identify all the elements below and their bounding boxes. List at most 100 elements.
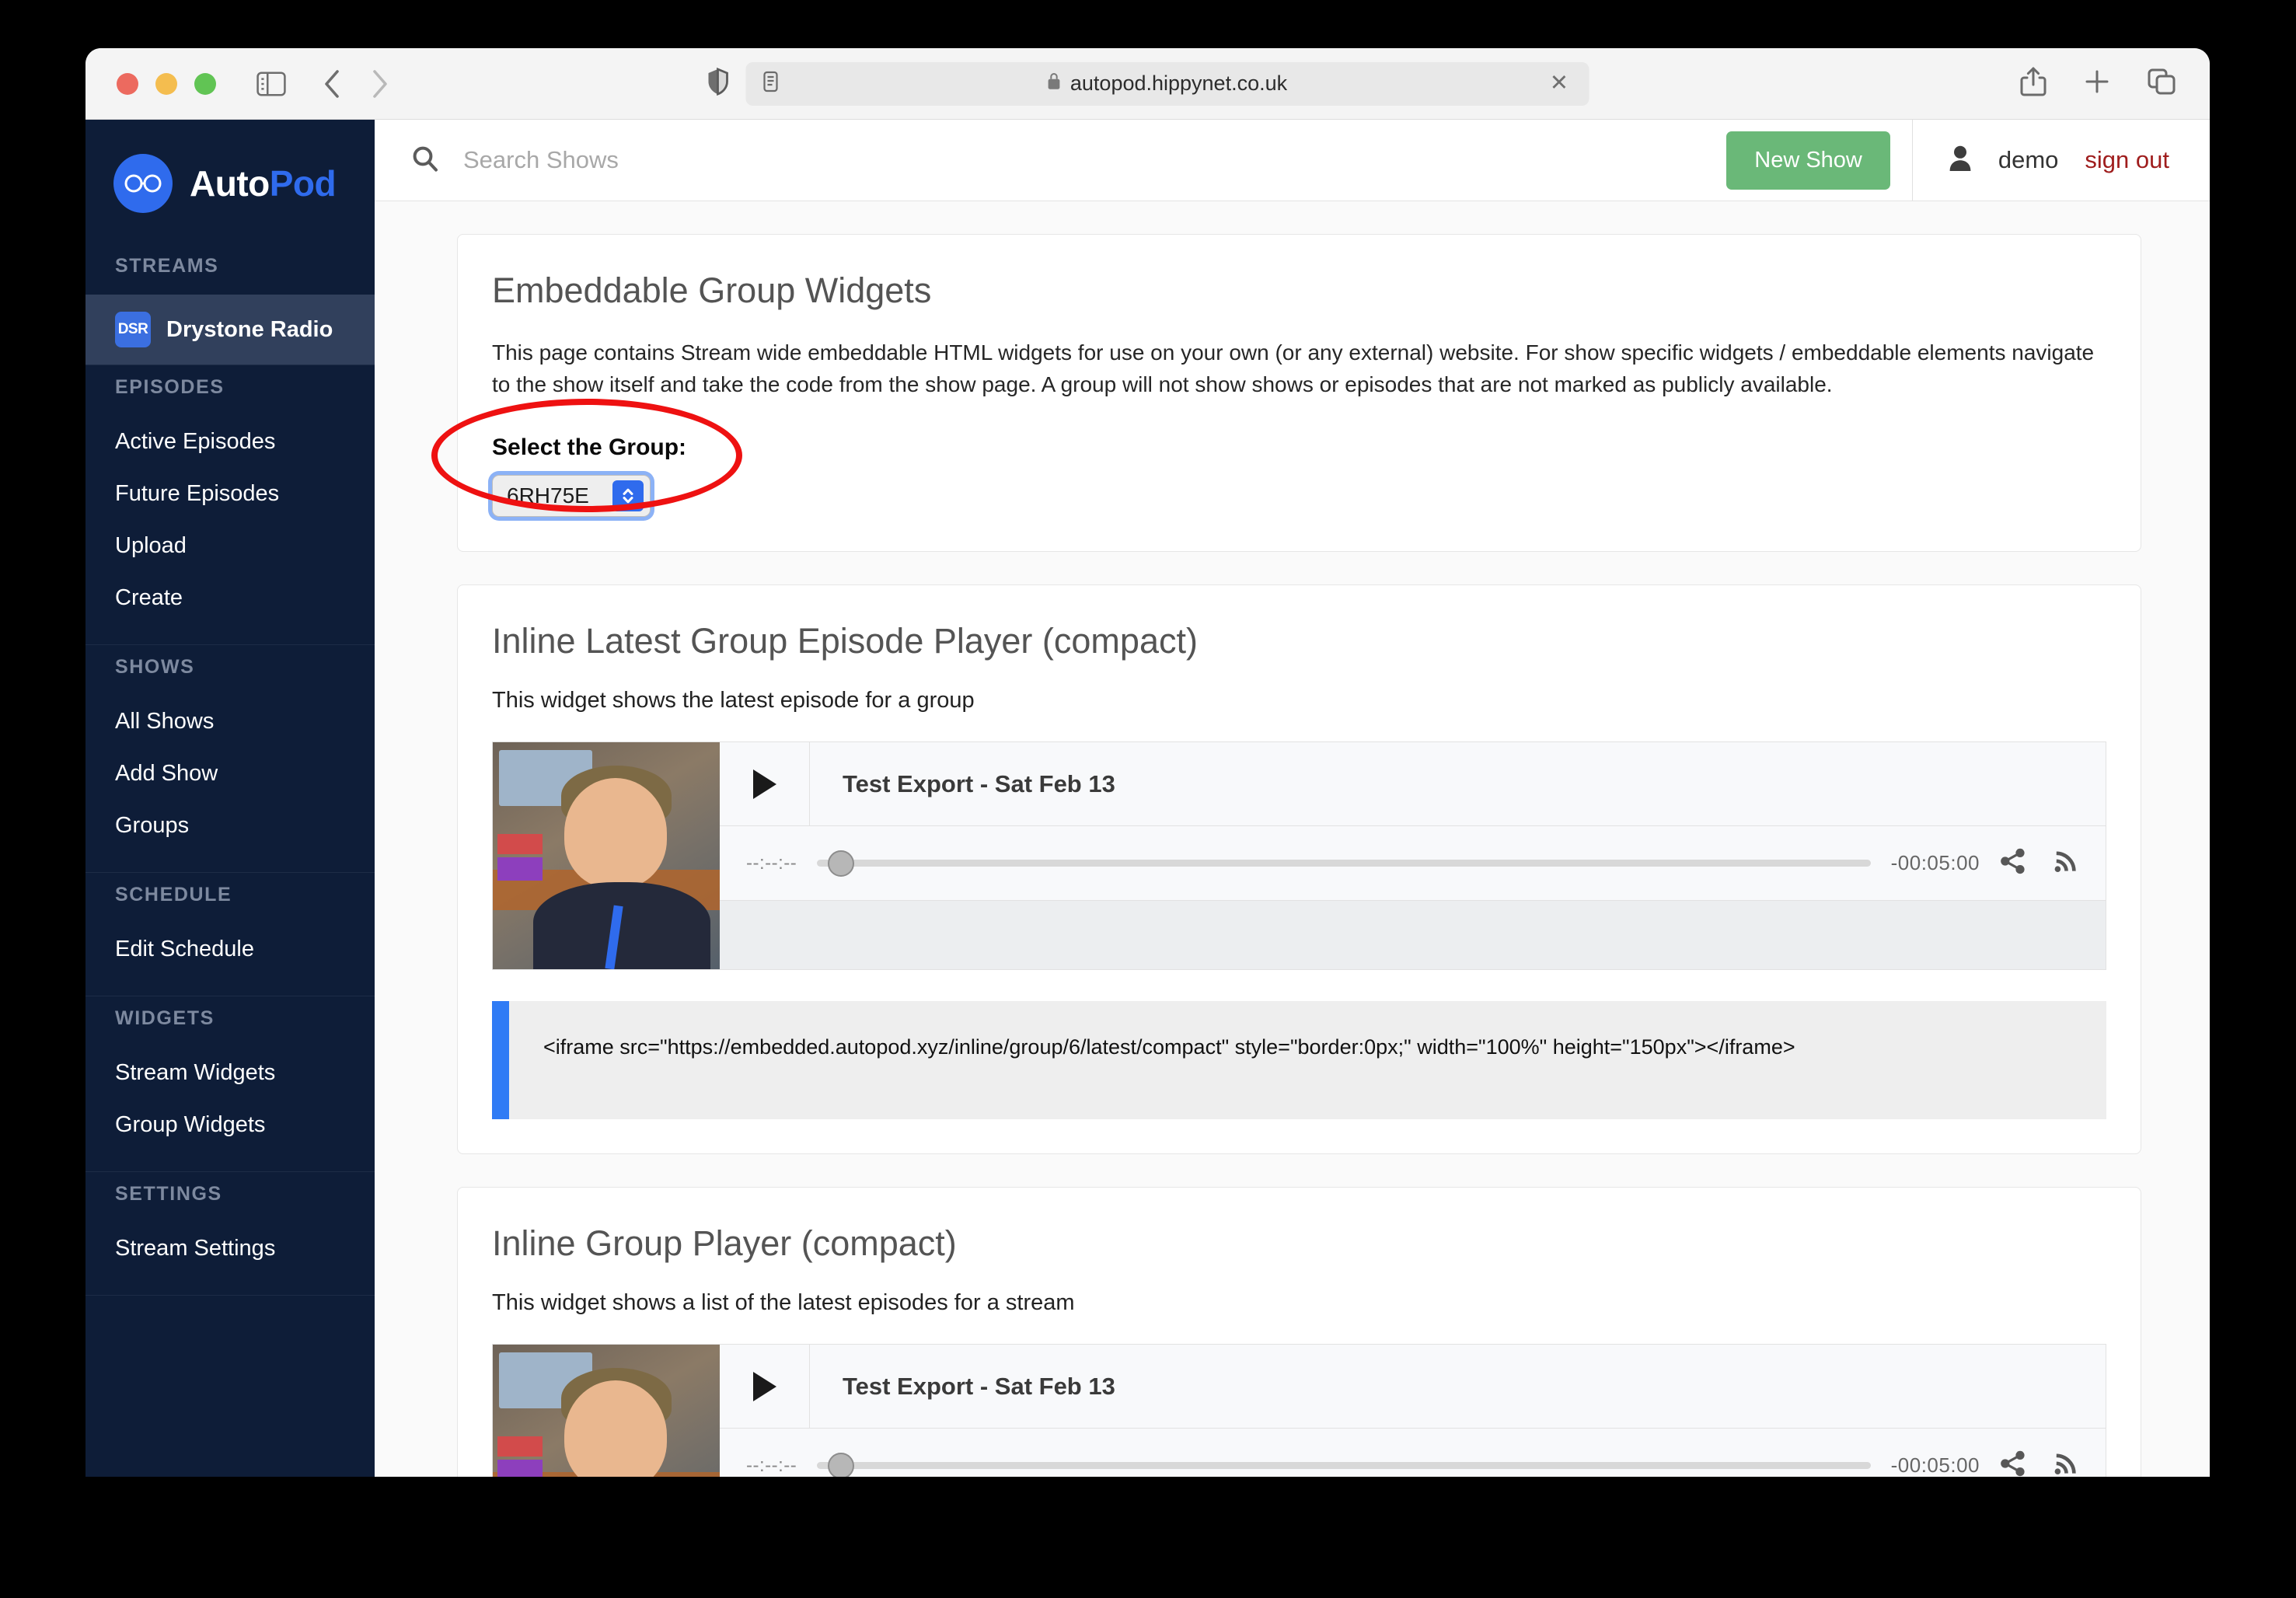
remaining-time: -00:05:00	[1890, 851, 1980, 875]
player-footer-row	[720, 901, 2106, 970]
sidebar-item-label: Create	[115, 585, 183, 610]
address-bar-group: autopod.hippynet.co.uk ✕	[707, 61, 1589, 106]
sidebar-item-all-shows[interactable]: All Shows	[85, 696, 375, 748]
window-controls	[117, 72, 216, 95]
share-icon[interactable]	[2000, 848, 2026, 878]
stop-loading-icon[interactable]: ✕	[1550, 72, 1568, 95]
sidebar-section-label-shows: SHOWS	[115, 656, 195, 678]
sidebar-section-label-widgets: WIDGETS	[115, 1007, 215, 1029]
sidebar-group-episodes: EPISODES Active Episodes Future Episodes…	[85, 365, 375, 645]
browser-titlebar: autopod.hippynet.co.uk ✕	[85, 48, 2210, 120]
share-icon[interactable]	[2000, 1450, 2026, 1477]
back-button[interactable]	[322, 68, 342, 99]
sidebar-toggle-icon[interactable]	[256, 71, 286, 96]
sidebar-item-label: All Shows	[115, 709, 215, 734]
sidebar-item-label: Group Widgets	[115, 1112, 266, 1137]
stream-badge-icon: DSR	[115, 312, 151, 347]
user-name-label: demo	[1998, 146, 2059, 173]
brand-logo-area[interactable]: AutoPod	[85, 120, 375, 244]
player-body: Test Export - Sat Feb 13 --:--:-- -00:05…	[720, 742, 2106, 970]
page-title: Embeddable Group Widgets	[492, 270, 932, 310]
sidebar-item-label: Groups	[115, 813, 190, 838]
sidebar-section-label-episodes: EPISODES	[115, 376, 225, 398]
embed-code-block[interactable]: <iframe src="https://embedded.autopod.xy…	[492, 1001, 2106, 1120]
privacy-shield-icon[interactable]	[707, 67, 728, 99]
widget-subtitle: This widget shows the latest episode for…	[492, 688, 975, 714]
sidebar-item-label: Upload	[115, 533, 187, 558]
sidebar-item-label: Edit Schedule	[115, 937, 254, 961]
share-icon[interactable]	[2020, 66, 2047, 101]
sidebar-section-label-schedule: SCHEDULE	[115, 884, 232, 905]
search-input[interactable]	[463, 146, 930, 174]
play-button[interactable]	[720, 742, 810, 826]
group-select-dropdown[interactable]: 6RH75E	[492, 475, 651, 518]
seek-slider[interactable]	[817, 850, 1871, 877]
episode-thumbnail	[493, 1345, 720, 1477]
browser-toolbar-right	[2020, 66, 2176, 101]
seek-track	[817, 860, 1871, 867]
play-icon	[752, 1371, 776, 1401]
user-area: demo sign out	[1911, 120, 2210, 201]
app-root: AutoPod STREAMS DSR Drystone Radio EPISO…	[85, 120, 2210, 1477]
maximize-window-button[interactable]	[194, 72, 216, 95]
page-description: This page contains Stream wide embeddabl…	[492, 340, 2095, 396]
sidebar-item-stream-widgets[interactable]: Stream Widgets	[85, 1047, 375, 1099]
reader-view-icon[interactable]	[762, 71, 778, 96]
seek-track	[817, 1462, 1871, 1470]
group-select-block: Select the Group: 6RH75E	[431, 399, 2106, 518]
sidebar-item-group-widgets[interactable]: Group Widgets	[85, 1099, 375, 1151]
user-avatar-icon	[1949, 145, 1972, 176]
url-display: autopod.hippynet.co.uk	[1047, 72, 1287, 96]
player-action-icons	[2000, 848, 2079, 878]
player-seek-row: --:--:-- -00:05:00	[720, 826, 2106, 902]
rss-icon[interactable]	[2053, 848, 2079, 878]
sidebar-item-drystone-radio[interactable]: DSR Drystone Radio	[85, 295, 375, 365]
seek-handle[interactable]	[828, 1452, 855, 1477]
brand-name: AutoPod	[190, 162, 337, 204]
brand-name-part2: Pod	[269, 163, 337, 204]
url-text: autopod.hippynet.co.uk	[1069, 72, 1288, 95]
elapsed-time: --:--:--	[746, 1454, 797, 1476]
glasses-logo-icon	[113, 154, 173, 213]
play-button[interactable]	[720, 1345, 810, 1429]
elapsed-time: --:--:--	[746, 852, 797, 874]
group-select-value: 6RH75E	[507, 483, 589, 508]
search-icon[interactable]	[412, 145, 438, 176]
forward-button[interactable]	[370, 68, 390, 99]
sign-out-link[interactable]: sign out	[2085, 146, 2169, 174]
sidebar-section-label-streams: STREAMS	[115, 255, 219, 277]
brand-name-part1: Auto	[190, 163, 270, 204]
remaining-time: -00:05:00	[1890, 1453, 1980, 1477]
rss-icon[interactable]	[2053, 1450, 2079, 1477]
player-seek-row: --:--:-- -00:05:00	[720, 1429, 2106, 1477]
tab-overview-icon[interactable]	[2148, 68, 2176, 99]
sidebar-item-active-episodes[interactable]: Active Episodes	[85, 416, 375, 468]
audio-player: Test Export - Sat Feb 13 --:--:-- -00:05…	[492, 741, 2106, 971]
address-bar[interactable]: autopod.hippynet.co.uk ✕	[745, 61, 1589, 106]
app-topbar: New Show demo sign out	[375, 120, 2210, 201]
minimize-window-button[interactable]	[155, 72, 177, 95]
sidebar-item-label: Add Show	[115, 761, 218, 786]
sidebar-item-upload[interactable]: Upload	[85, 520, 375, 572]
main-area: New Show demo sign out Embeddable Group	[375, 120, 2210, 1477]
sidebar-item-label: Stream Widgets	[115, 1060, 276, 1085]
chevron-updown-icon	[612, 480, 644, 512]
new-show-button[interactable]: New Show	[1726, 131, 1890, 190]
new-tab-icon[interactable]	[2084, 68, 2110, 99]
sidebar-item-label: Stream Settings	[115, 1236, 276, 1261]
seek-handle[interactable]	[828, 850, 855, 877]
sidebar-item-future-episodes[interactable]: Future Episodes	[85, 468, 375, 520]
sidebar-group-shows: SHOWS All Shows Add Show Groups	[85, 645, 375, 873]
sidebar-item-create[interactable]: Create	[85, 572, 375, 624]
sidebar-item-label: Active Episodes	[115, 429, 276, 454]
audio-player: Test Export - Sat Feb 13 --:--:-- -00:05…	[492, 1344, 2106, 1477]
search-area	[375, 145, 1726, 176]
seek-slider[interactable]	[817, 1452, 1871, 1477]
close-window-button[interactable]	[117, 72, 138, 95]
sidebar-item-edit-schedule[interactable]: Edit Schedule	[85, 923, 375, 975]
sidebar-group-widgets: WIDGETS Stream Widgets Group Widgets	[85, 996, 375, 1172]
sidebar-item-groups[interactable]: Groups	[85, 800, 375, 852]
sidebar: AutoPod STREAMS DSR Drystone Radio EPISO…	[85, 120, 375, 1477]
sidebar-item-stream-settings[interactable]: Stream Settings	[85, 1223, 375, 1275]
sidebar-item-add-show[interactable]: Add Show	[85, 748, 375, 800]
